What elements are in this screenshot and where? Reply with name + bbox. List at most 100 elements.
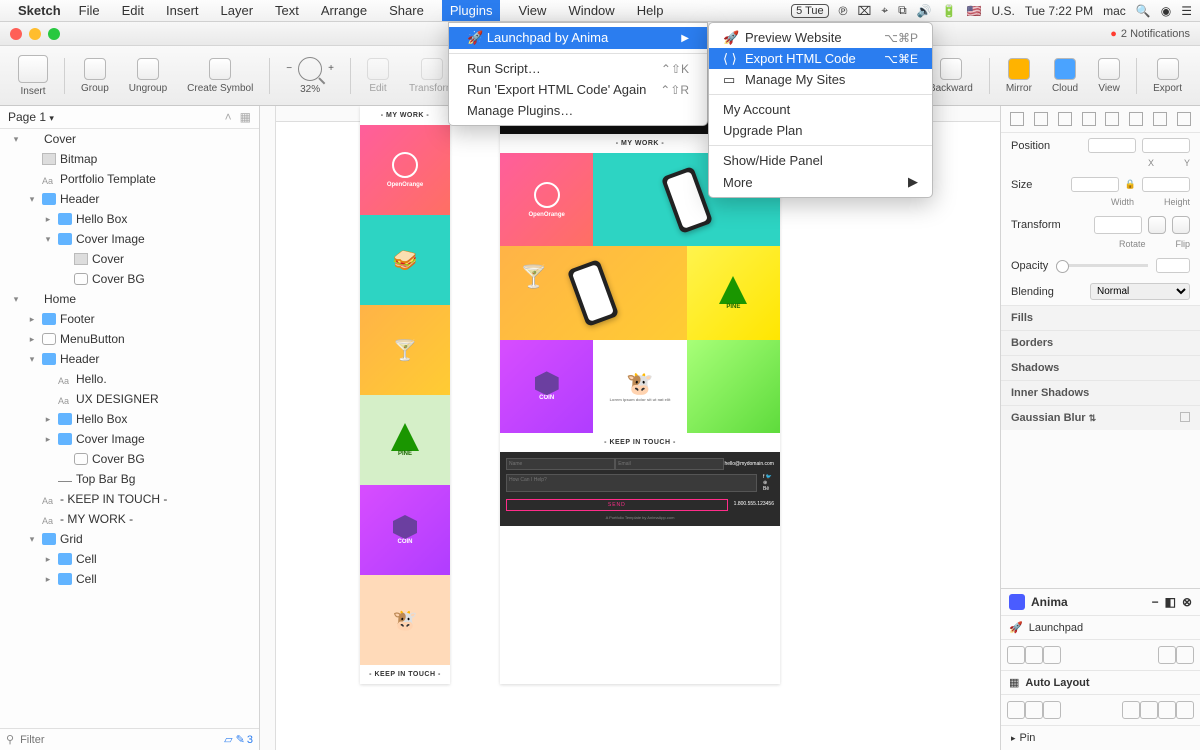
fills-section[interactable]: Fills bbox=[1001, 305, 1200, 330]
align-bottom-icon[interactable] bbox=[1129, 112, 1143, 126]
filter-input[interactable] bbox=[20, 734, 218, 746]
volume-icon[interactable]: 🔊 bbox=[917, 4, 932, 18]
toolbar-cloud[interactable]: Cloud bbox=[1044, 58, 1086, 94]
menu-window[interactable]: Window bbox=[564, 1, 618, 20]
layer-row[interactable]: ▾Cover bbox=[0, 129, 259, 149]
align-center-v-icon[interactable] bbox=[1105, 112, 1119, 126]
toolbar-ungroup[interactable]: Ungroup bbox=[121, 58, 175, 94]
gaussian-blur-section[interactable]: Gaussian Blur ⇅ bbox=[1001, 405, 1200, 430]
email-input[interactable] bbox=[615, 458, 724, 470]
layer-row[interactable]: UX DESIGNER bbox=[0, 389, 259, 409]
toolbar-insert[interactable]: Insert bbox=[10, 55, 56, 97]
menu-layer[interactable]: Layer bbox=[217, 1, 258, 20]
pos-y-input[interactable] bbox=[1142, 138, 1190, 153]
menu-run-script[interactable]: Run Script…⌃⇧K bbox=[449, 58, 707, 79]
layer-row[interactable]: ▸Footer bbox=[0, 309, 259, 329]
toolbar-edit[interactable]: Edit bbox=[359, 58, 397, 94]
layer-row[interactable]: Cover bbox=[0, 249, 259, 269]
layer-row[interactable]: ▾Grid bbox=[0, 529, 259, 549]
layer-row[interactable]: ▾Header bbox=[0, 349, 259, 369]
size-w-input[interactable] bbox=[1071, 177, 1119, 192]
menu-help[interactable]: Help bbox=[633, 1, 668, 20]
send-button[interactable]: SEND bbox=[506, 499, 728, 511]
menu-file[interactable]: File bbox=[75, 1, 104, 20]
submenu-upgrade[interactable]: Upgrade Plan bbox=[709, 120, 932, 141]
align-top-icon[interactable] bbox=[1082, 112, 1096, 126]
menu-insert[interactable]: Insert bbox=[162, 1, 203, 20]
anima-min-icon[interactable]: − bbox=[1152, 595, 1159, 609]
siri-icon[interactable]: ◉ bbox=[1161, 4, 1171, 18]
layer-row[interactable]: ▸Hello Box bbox=[0, 409, 259, 429]
zoom-in-icon[interactable]: + bbox=[328, 63, 334, 74]
layer-row[interactable]: ▾Cover Image bbox=[0, 229, 259, 249]
minimize-button[interactable] bbox=[29, 28, 41, 40]
bluetooth-icon[interactable]: ⌖ bbox=[881, 3, 888, 18]
anima-autolayout[interactable]: ▦Auto Layout bbox=[1001, 671, 1200, 695]
align-center-h-icon[interactable] bbox=[1034, 112, 1048, 126]
menu-run-again[interactable]: Run 'Export HTML Code' Again⌃⇧R bbox=[449, 79, 707, 100]
toolbar-mirror[interactable]: Mirror bbox=[998, 58, 1040, 94]
app-name[interactable]: Sketch bbox=[18, 3, 61, 18]
inner-shadows-section[interactable]: Inner Shadows bbox=[1001, 380, 1200, 405]
distribute-v-icon[interactable] bbox=[1177, 112, 1191, 126]
submenu-account[interactable]: My Account bbox=[709, 99, 932, 120]
layer-row[interactable]: ▸Cell bbox=[0, 549, 259, 569]
canvas[interactable]: - MY WORK - OpenOrange 🥪 🍸 PINE COIN 🐮 -… bbox=[260, 106, 1000, 750]
opacity-slider[interactable] bbox=[1056, 264, 1148, 267]
name-input[interactable] bbox=[506, 458, 615, 470]
pages-up-icon[interactable]: ˄ bbox=[225, 110, 232, 124]
flip-v-icon[interactable] bbox=[1172, 216, 1190, 234]
notifications-indicator[interactable]: 2 Notifications bbox=[1110, 28, 1190, 40]
layer-row[interactable]: - MY WORK - bbox=[0, 509, 259, 529]
layer-row[interactable]: - KEEP IN TOUCH - bbox=[0, 489, 259, 509]
anima-x-icon[interactable]: ⊗ bbox=[1182, 595, 1192, 609]
artboard-mobile[interactable]: - MY WORK - OpenOrange 🥪 🍸 PINE COIN 🐮 -… bbox=[360, 106, 450, 684]
input-source[interactable]: U.S. bbox=[992, 4, 1015, 18]
borders-section[interactable]: Borders bbox=[1001, 330, 1200, 355]
menu-edit[interactable]: Edit bbox=[118, 1, 148, 20]
layer-row[interactable]: Hello. bbox=[0, 369, 259, 389]
layer-row[interactable]: Cover BG bbox=[0, 269, 259, 289]
pos-x-input[interactable] bbox=[1088, 138, 1136, 153]
status-p-icon[interactable]: ℗ bbox=[839, 4, 848, 18]
menu-plugins[interactable]: Plugins bbox=[442, 0, 501, 21]
submenu-export-html[interactable]: ⟨ ⟩Export HTML Code⌥⌘E bbox=[709, 48, 932, 69]
layer-row[interactable]: ▸Cell bbox=[0, 569, 259, 589]
submenu-manage-sites[interactable]: ▭Manage My Sites bbox=[709, 69, 932, 90]
airplay-icon[interactable]: ⌧ bbox=[857, 4, 871, 18]
align-left-icon[interactable] bbox=[1010, 112, 1024, 126]
anima-sq-icon[interactable]: ◧ bbox=[1165, 595, 1176, 609]
submenu-more[interactable]: More▶ bbox=[709, 171, 932, 193]
menu-launchpad-anima[interactable]: 🚀 Launchpad by Anima▶ bbox=[449, 27, 707, 49]
submenu-preview[interactable]: 🚀Preview Website⌥⌘P bbox=[709, 27, 932, 48]
wifi-icon[interactable]: ⧉ bbox=[898, 3, 907, 18]
battery-icon[interactable]: 🔋 bbox=[942, 4, 957, 18]
flag-icon[interactable]: 🇺🇸 bbox=[967, 4, 982, 18]
lock-icon[interactable]: 🔒 bbox=[1125, 179, 1136, 190]
help-textarea[interactable] bbox=[506, 474, 757, 492]
layer-row[interactable]: ▾Home bbox=[0, 289, 259, 309]
align-right-icon[interactable] bbox=[1058, 112, 1072, 126]
pages-selector[interactable]: Page 1 ▾ ˄▦ bbox=[0, 106, 259, 129]
menu-manage-plugins[interactable]: Manage Plugins… bbox=[449, 100, 707, 121]
menu-text[interactable]: Text bbox=[271, 1, 303, 20]
toolbar-view[interactable]: View bbox=[1090, 58, 1128, 94]
spotlight-icon[interactable]: 🔍 bbox=[1136, 4, 1151, 18]
layer-row[interactable]: Portfolio Template bbox=[0, 169, 259, 189]
layer-row[interactable]: ▾Header bbox=[0, 189, 259, 209]
close-button[interactable] bbox=[10, 28, 22, 40]
zoom-out-icon[interactable]: − bbox=[286, 63, 292, 74]
toolbar-group[interactable]: Group bbox=[73, 58, 117, 94]
menu-share[interactable]: Share bbox=[385, 1, 428, 20]
blending-select[interactable]: Normal bbox=[1090, 283, 1190, 300]
opacity-input[interactable] bbox=[1156, 258, 1190, 273]
status-date[interactable]: 5 Tue bbox=[791, 4, 829, 18]
clock[interactable]: Tue 7:22 PM bbox=[1025, 4, 1093, 18]
notification-center-icon[interactable]: ☰ bbox=[1181, 4, 1192, 18]
pages-add-icon[interactable]: ▦ bbox=[240, 110, 251, 124]
menu-view[interactable]: View bbox=[514, 1, 550, 20]
toolbar-create-symbol[interactable]: Create Symbol bbox=[179, 58, 261, 94]
anima-pin[interactable]: ▸Pin bbox=[1001, 726, 1200, 750]
rotate-input[interactable] bbox=[1094, 216, 1142, 234]
toolbar-zoom[interactable]: −+ 32% bbox=[278, 57, 342, 95]
